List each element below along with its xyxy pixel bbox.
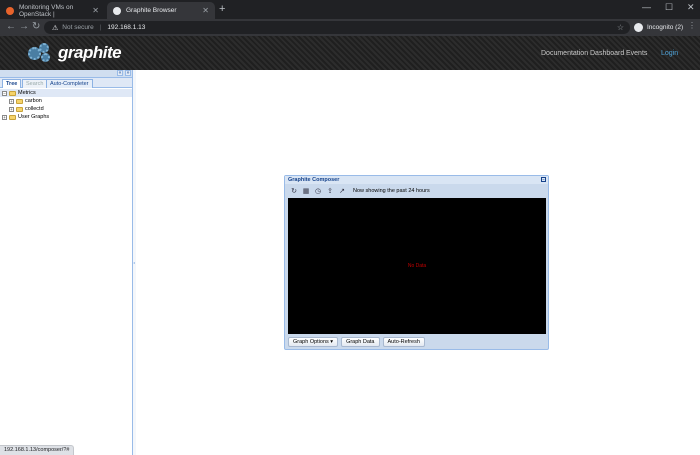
collapse-left-button[interactable]: « [117,70,123,76]
back-button[interactable]: ← [6,21,16,32]
close-tab-icon[interactable]: ✕ [202,6,209,15]
metrics-panel: « » Tree Search Auto-Completer − Metrics… [0,70,133,455]
warning-icon: ⚠ [52,24,59,32]
nav-events[interactable]: Events [626,50,647,57]
expand-icon[interactable]: + [9,106,14,112]
separator: | [99,24,102,31]
composer-title: Graphite Composer [288,177,340,183]
reload-button[interactable]: ↻ [32,21,40,32]
minimize-window-button[interactable]: — [642,2,651,12]
folder-icon [9,114,16,120]
graphite-logo[interactable]: graphite [26,41,122,65]
close-window-button[interactable]: ✕ [687,2,695,13]
browser-tab-monitoring[interactable]: Monitoring VMs on OpenStack | ✕ [0,2,105,19]
panel-splitter[interactable]: ◂ [133,70,136,455]
panel-header: « » [0,70,132,78]
folder-open-icon [9,90,16,96]
tree-node-user-graphs[interactable]: + User Graphs [2,113,49,121]
expand-icon[interactable]: + [9,98,14,104]
browser-menu-button[interactable]: ⋮ [688,21,696,30]
folder-icon [16,98,23,104]
tab-auto-completer[interactable]: Auto-Completer [46,79,93,88]
tree-node-collectd[interactable]: + collectd [9,105,44,113]
share-icon[interactable]: ↗ [338,187,347,196]
url-text: 192.168.1.13 [107,24,146,31]
logo-text: graphite [58,43,122,62]
calendar-icon[interactable]: ▦ [302,187,311,196]
collapse-right-button[interactable]: » [125,70,131,76]
browser-tab-graphite[interactable]: Graphite Browser ✕ [107,2,215,19]
tree-node-label: Metrics [18,90,36,96]
graph-canvas[interactable]: No Data [288,198,546,334]
graphite-page: graphite Documentation Dashboard Events … [0,36,700,455]
incognito-icon [634,23,643,32]
star-icon[interactable]: ☆ [617,23,624,32]
expand-icon[interactable]: + [2,114,7,120]
folder-icon [16,106,23,112]
security-label: Not secure [62,24,94,31]
composer-title-bar[interactable]: Graphite Composer − [285,176,548,184]
firefox-favicon-icon [6,6,14,15]
globe-favicon-icon [113,6,121,15]
forward-button[interactable]: → [19,21,29,32]
tab-title: Graphite Browser [126,7,177,14]
link-status-bar: 192.168.1.13/composer/?# [0,445,75,455]
panel-tabs: Tree Search Auto-Completer [0,78,132,88]
nav-login[interactable]: Login [661,50,678,57]
splitter-grip-icon: ◂ [133,260,136,265]
address-bar[interactable]: ⚠ Not secure | 192.168.1.13 ☆ [44,21,630,34]
refresh-icon[interactable]: ↻ [290,187,299,196]
graph-options-button[interactable]: Graph Options ▾ [288,337,339,347]
gears-icon [26,42,56,64]
new-tab-button[interactable]: + [219,3,225,15]
profile-label: Incognito (2) [647,24,684,31]
collapse-icon[interactable]: − [2,90,7,96]
graphite-composer-window: Graphite Composer − ↻ ▦ ◷ ⇪ ↗ Now showin… [284,175,549,350]
maximize-window-button[interactable]: ☐ [665,2,673,13]
tree-node-carbon[interactable]: + carbon [9,97,42,105]
browser-tab-strip: Monitoring VMs on OpenStack | ✕ Graphite… [0,0,700,19]
tree-node-label: User Graphs [18,114,50,120]
tree-node-label: collectd [25,106,44,112]
close-tab-icon[interactable]: ✕ [92,6,99,15]
auto-refresh-button[interactable]: Auto-Refresh [382,337,425,347]
time-range-status: Now showing the past 24 hours [353,188,430,194]
no-data-label: No Data [407,263,427,269]
nav-documentation[interactable]: Documentation [541,50,588,57]
tab-title: Monitoring VMs on OpenStack | [19,3,74,18]
tab-tree[interactable]: Tree [2,79,22,88]
upload-icon[interactable]: ⇪ [326,187,335,196]
graph-data-button[interactable]: Graph Data [341,337,380,347]
incognito-profile-button[interactable]: Incognito (2) [634,21,683,34]
clock-icon[interactable]: ◷ [314,187,323,196]
graphite-header: graphite Documentation Dashboard Events … [0,36,700,70]
nav-dashboard[interactable]: Dashboard [590,50,624,57]
minimize-composer-button[interactable]: − [541,177,546,182]
tree-node-metrics[interactable]: − Metrics [0,89,132,97]
tree-node-label: carbon [25,98,42,104]
composer-toolbar: ↻ ▦ ◷ ⇪ ↗ Now showing the past 24 hours [288,185,546,197]
composer-buttons: Graph Options ▾ Graph Data Auto-Refresh [288,337,428,348]
browser-toolbar: ← → ↻ ⚠ Not secure | 192.168.1.13 ☆ [0,19,700,36]
tab-search: Search [22,79,48,88]
